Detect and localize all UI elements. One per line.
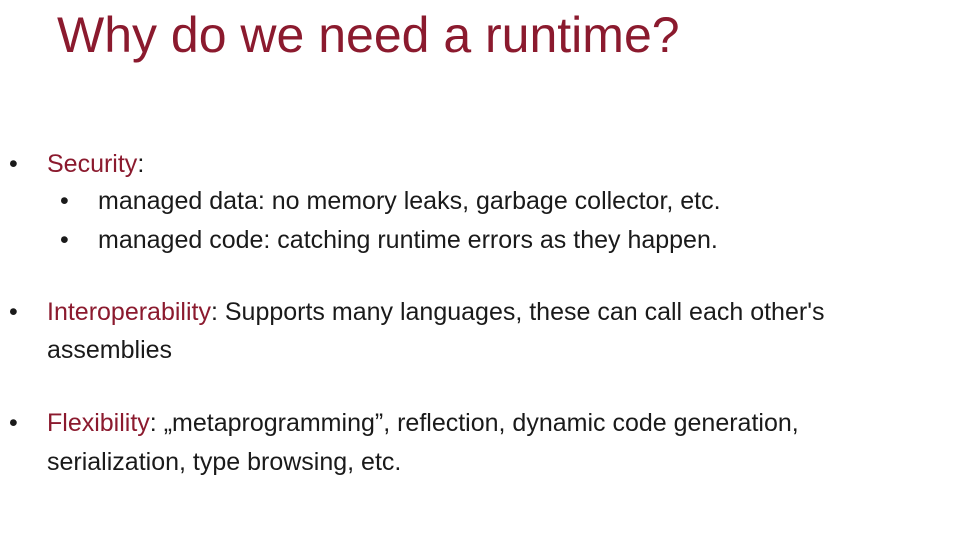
bullet-item-security: Security: [47,145,144,183]
slide-title: Why do we need a runtime? [57,7,680,63]
bullet-text: : Supports many languages, these can cal… [210,298,825,326]
bullet-continuation: assemblies [47,336,173,364]
bullet-icon: • [9,150,18,178]
sub-bullet-item: managed data: no memory leaks, garbage c… [98,187,721,215]
sub-bullet-icon: • [60,226,69,254]
bullet-item-flexibility: Flexibility: „metaprogramming”, reflecti… [47,404,799,442]
term-security: Security [47,150,138,178]
term-interoperability: Interoperability [47,298,211,326]
bullet-continuation: serialization, type browsing, etc. [47,448,402,476]
bullet-icon: • [9,298,18,326]
term-flexibility: Flexibility [47,409,150,437]
bullet-text: : [137,150,145,178]
bullet-item-interoperability: Interoperability: Supports many language… [47,293,824,331]
sub-bullet-icon: • [60,187,69,215]
bullet-text: : „metaprogramming”, reflection, dynamic… [149,409,799,437]
bullet-icon: • [9,409,18,437]
sub-bullet-item: managed code: catching runtime errors as… [98,226,718,254]
